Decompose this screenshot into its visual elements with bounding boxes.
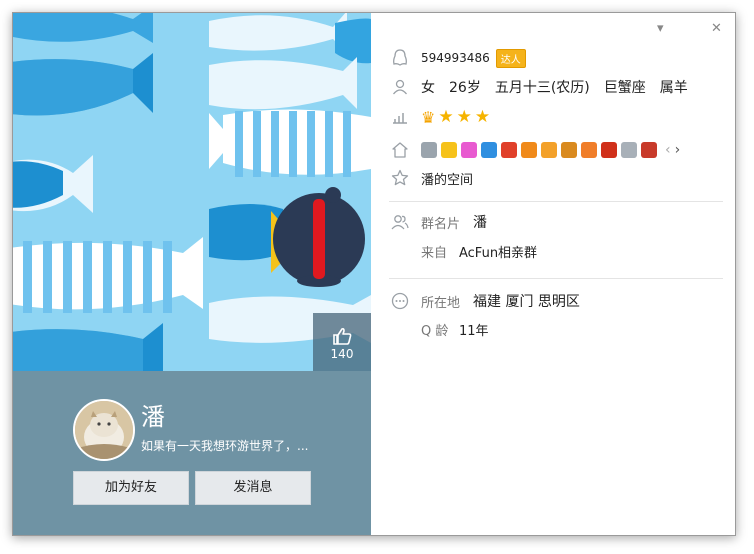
profile-cover-image: 140 — [13, 13, 371, 371]
nickname: 潘 — [141, 403, 165, 431]
group-card-label: 群名片 — [421, 216, 461, 232]
gender: 女 — [421, 80, 435, 96]
profile-left-panel: 140 潘 如果有一天我想环游世界了，... 加为好友 发消息 — [13, 13, 371, 535]
game-badge-icon[interactable] — [521, 142, 537, 158]
diamond-badge-icon[interactable] — [421, 142, 437, 158]
house-outline-icon — [389, 140, 411, 160]
level-chart-icon — [389, 107, 411, 127]
penguin-outline-icon — [389, 48, 411, 68]
qq-number[interactable]: 594993486 — [421, 51, 490, 65]
signature[interactable]: 如果有一天我想环游世界了，... — [141, 437, 308, 454]
crown-icon: ♛ — [421, 107, 436, 127]
birthday: 五月十三(农历) — [494, 80, 590, 96]
qq-number-row: 594993486 达人 — [389, 47, 526, 69]
add-friend-button[interactable]: 加为好友 — [73, 471, 189, 505]
tiger-badge-icon[interactable] — [561, 142, 577, 158]
divider — [389, 201, 723, 202]
group-card-value: 潘 — [473, 215, 487, 231]
like-count: 140 — [330, 347, 354, 361]
group-card-row: 群名片 潘 — [389, 211, 487, 233]
star-icon: ★ — [438, 106, 454, 127]
qage-label: Q 龄 — [421, 323, 449, 339]
pet-badge-icon[interactable] — [501, 142, 517, 158]
location-value: 福建 厦门 思明区 — [473, 294, 580, 310]
send-message-button[interactable]: 发消息 — [195, 471, 311, 505]
qage-value: 11年 — [459, 323, 489, 339]
chevron-right-icon[interactable]: › — [675, 142, 681, 158]
penguin-illustration — [271, 187, 365, 287]
zodiac: 巨蟹座 — [603, 80, 646, 96]
more-circle-icon[interactable] — [389, 291, 411, 311]
star-outline-icon — [389, 168, 411, 188]
book-badge-icon[interactable] — [541, 142, 557, 158]
vip-badge[interactable]: 达人 — [495, 48, 526, 68]
monkey-badge-icon[interactable] — [581, 142, 597, 158]
like-button[interactable]: 140 — [313, 313, 371, 371]
app-badge-icon[interactable] — [461, 142, 477, 158]
fire-badge-icon[interactable] — [601, 142, 617, 158]
star-icon: ★ — [474, 106, 491, 127]
dropdown-menu-button[interactable]: ▾ — [657, 21, 664, 36]
star-icon: ★ — [456, 106, 472, 127]
service-badges-row: ‹ › — [389, 139, 680, 161]
divider — [389, 278, 723, 279]
chinese-zodiac: 属羊 — [659, 80, 688, 96]
profile-window: 140 潘 如果有一天我想环游世界了，... 加为好友 发消息 ▾ ✕ 5949… — [12, 12, 736, 536]
location-row: 所在地 福建 厦门 思明区 — [389, 290, 580, 312]
basic-info-row: 女 26岁 五月十三(农历) 巨蟹座 属羊 — [389, 76, 702, 98]
star-badge-icon[interactable] — [441, 142, 457, 158]
qzone-row[interactable]: 潘的空间 — [389, 167, 473, 189]
group-people-icon — [389, 212, 411, 232]
qage-row: Q 龄 11年 — [389, 318, 489, 340]
person-icon — [389, 77, 411, 97]
avatar-badge-icon[interactable] — [641, 142, 657, 158]
profile-info-panel: ▾ ✕ 594993486 达人 女 26岁 五月十三(农历) 巨蟹座 属羊 ♛… — [371, 13, 735, 535]
close-button[interactable]: ✕ — [711, 21, 722, 36]
from-row: 来自 AcFun相亲群 — [389, 240, 537, 262]
level-row[interactable]: ♛ ★ ★ ★ — [389, 106, 493, 128]
avatar[interactable] — [73, 399, 135, 461]
from-label: 来自 — [421, 245, 448, 261]
photo-badge-icon[interactable] — [481, 142, 497, 158]
from-group-name[interactable]: AcFun相亲群 — [459, 242, 537, 261]
location-label: 所在地 — [421, 295, 461, 311]
profile-card: 潘 如果有一天我想环游世界了，... 加为好友 发消息 — [13, 371, 371, 535]
gem-badge-icon[interactable] — [621, 142, 637, 158]
qzone-link[interactable]: 潘的空间 — [421, 169, 473, 188]
chevron-left-icon[interactable]: ‹ — [665, 142, 671, 158]
age: 26岁 — [449, 80, 481, 96]
